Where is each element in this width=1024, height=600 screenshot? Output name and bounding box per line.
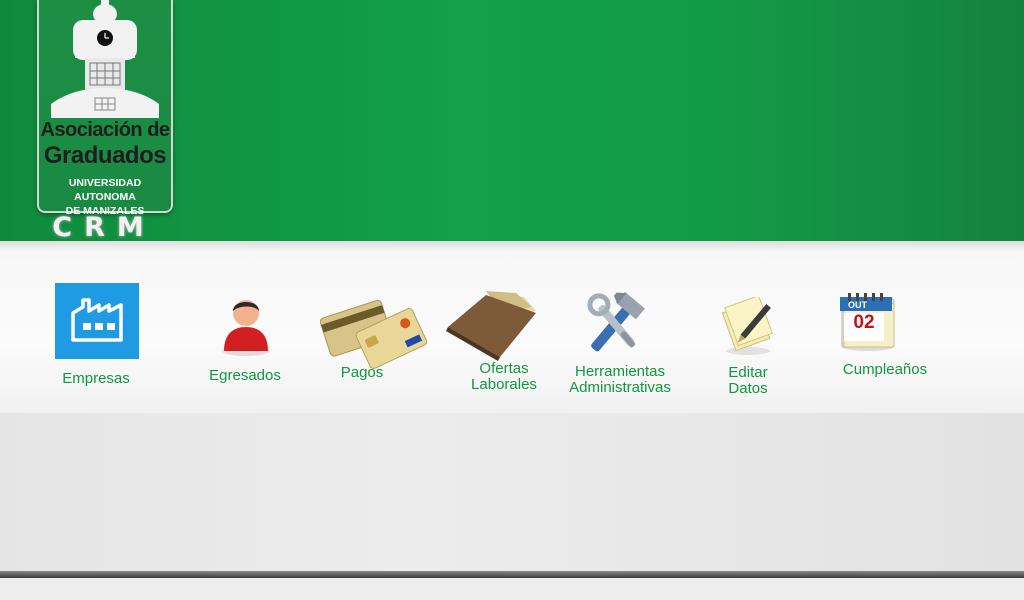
logo-university-line1: UNIVERSIDAD AUTONOMA xyxy=(68,177,142,203)
menu-item-empresas[interactable]: Empresas xyxy=(50,281,142,391)
crm-wordmark: CRM xyxy=(52,212,156,243)
credit-cards-icon xyxy=(320,299,428,369)
folder-icon xyxy=(446,291,536,361)
menu-item-editar-datos[interactable]: Editar Datos xyxy=(710,297,786,399)
menu-item-label-line1: Ofertas xyxy=(479,360,529,377)
menu-item-label: Egresados xyxy=(209,367,281,384)
factory-icon xyxy=(55,283,139,359)
menu-item-label: Pagos xyxy=(340,364,384,381)
menu-item-cumpleanos[interactable]: OUT 02 Cumpleaños xyxy=(830,291,940,383)
menu-item-label-line1: Herramientas xyxy=(574,363,666,380)
menu-item-egresados[interactable]: Egresados xyxy=(195,293,295,385)
menu-item-label-line2: Administrativas xyxy=(569,379,671,396)
main-menu: Empresas Egresados Pagos Ofertas Laboral… xyxy=(0,241,1024,413)
menu-item-ofertas-laborales[interactable]: Ofertas Laborales xyxy=(446,289,562,395)
menu-item-pagos[interactable]: Pagos xyxy=(318,293,430,385)
content-area xyxy=(0,413,1024,573)
menu-item-label-line1: Editar xyxy=(728,364,768,381)
menu-item-label-line2: Datos xyxy=(728,380,768,397)
logo-title-line1: Asociación de xyxy=(40,119,170,141)
footer-divider xyxy=(0,571,1024,578)
menu-item-herramientas-administrativas[interactable]: Herramientas Administrativas xyxy=(560,289,680,399)
edit-notes-icon xyxy=(721,297,773,355)
association-logo[interactable]: Asociación de Graduados UNIVERSIDAD AUTO… xyxy=(37,0,173,217)
menu-item-label-line2: Laborales xyxy=(471,376,537,393)
calendar-day: 02 xyxy=(853,312,875,333)
calendar-month: OUT xyxy=(848,300,867,310)
tools-icon xyxy=(587,291,645,352)
footer xyxy=(0,578,1024,600)
building-emblem-icon xyxy=(51,0,159,118)
menu-item-label: Empresas xyxy=(62,370,130,387)
menu-item-label: Cumpleaños xyxy=(842,361,928,378)
logo-title-line2: Graduados xyxy=(43,142,167,169)
user-icon xyxy=(222,300,270,356)
